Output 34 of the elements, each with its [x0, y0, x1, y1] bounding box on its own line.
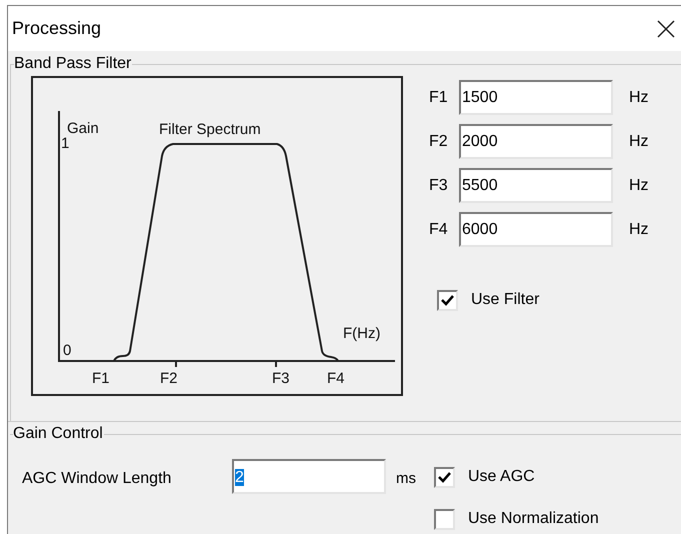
unit-label: Hz [629, 220, 649, 240]
field-label: F4 [429, 220, 449, 240]
axis-label: Gain [67, 120, 99, 137]
checkbox[interactable] [434, 508, 455, 530]
input-field[interactable]: 2000 [459, 124, 613, 159]
axis-label: F(Hz) [343, 325, 380, 342]
input-field[interactable]: 1500 [459, 80, 613, 115]
frequency-marker: F1 [92, 370, 110, 387]
check-icon [441, 294, 454, 306]
axis-tick-label: 0 [63, 342, 72, 359]
check-icon [438, 472, 451, 482]
window-title: Processing [12, 17, 102, 40]
unit-label: Hz [629, 176, 649, 196]
checkbox-label[interactable]: Use Filter [471, 288, 540, 312]
field-label: F1 [429, 88, 449, 108]
input-field[interactable]: 6000 [459, 212, 613, 247]
unit-label: ms [396, 469, 416, 489]
field-label: F2 [429, 132, 449, 152]
checkbox-label[interactable]: Use AGC [468, 465, 535, 489]
frequency-marker: F2 [160, 370, 178, 387]
axis-tick-label: 1 [61, 135, 70, 152]
field-label: F3 [429, 176, 449, 196]
input-field[interactable]: 5500 [459, 168, 613, 203]
diagram-title: Filter Spectrum [159, 121, 261, 138]
field-label: AGC Window Length [22, 469, 172, 489]
checkbox[interactable] [437, 290, 458, 310]
checkbox[interactable] [434, 466, 455, 488]
checkbox-label[interactable]: Use Normalization [468, 507, 599, 531]
unit-label: Hz [629, 88, 649, 108]
input-field[interactable]: 2 [232, 459, 386, 494]
close-icon[interactable] [657, 20, 675, 38]
unit-label: Hz [629, 132, 649, 152]
frequency-marker: F4 [327, 370, 345, 387]
frequency-marker: F3 [272, 370, 290, 387]
